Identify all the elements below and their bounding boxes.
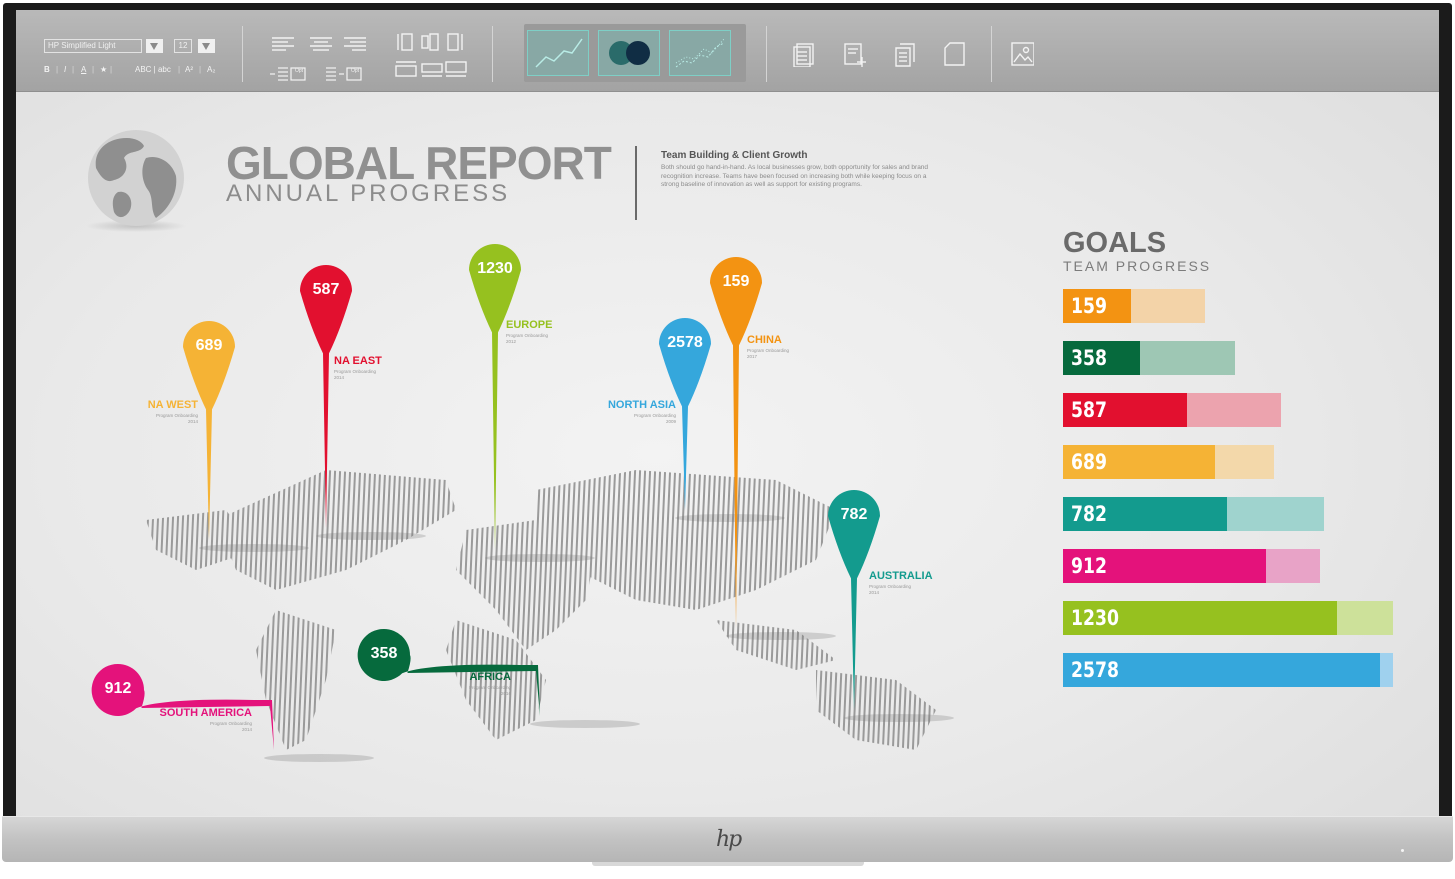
pin-year: 2017: [747, 354, 758, 359]
goal-bar-label: 689: [1071, 450, 1107, 474]
pin-na-east: [300, 265, 426, 540]
pin-value: 159: [722, 273, 750, 290]
goal-bar-label: 912: [1071, 554, 1107, 578]
goal-bar-label: 159: [1071, 294, 1107, 318]
goals-subtitle: TEAM PROGRESS: [1063, 258, 1212, 274]
pin-label: NA WEST: [147, 399, 198, 411]
hp-logo: hp: [716, 827, 742, 852]
goal-bar-label: 782: [1071, 502, 1107, 526]
monitor: HP Simplified Light 12 B | I | A | ★ | A…: [0, 0, 1455, 879]
pin-year: 2016: [500, 691, 511, 696]
pin-value: 912: [104, 680, 132, 697]
goal-bar-row: 912: [1063, 549, 1393, 583]
pin-europe: [469, 244, 595, 562]
pin-year: 2014: [241, 727, 252, 732]
goal-bar-row: 358: [1063, 341, 1393, 375]
pin-label: AUSTRALIA: [869, 570, 933, 582]
pin-value: 587: [312, 281, 340, 298]
pin-label: NA EAST: [334, 355, 382, 367]
goal-bar-row: 782: [1063, 497, 1393, 531]
pin-value: 358: [370, 645, 398, 662]
goal-bar-row: 689: [1063, 445, 1393, 479]
pin-label: AFRICA: [469, 671, 511, 683]
pin-australia: [828, 490, 954, 722]
pin-label: SOUTH AMERICA: [159, 707, 252, 719]
pin-year: 2009: [665, 419, 676, 424]
pin-year: 2014: [187, 419, 198, 424]
power-indicator: [1401, 849, 1404, 852]
goal-bar-row: 2578: [1063, 653, 1393, 687]
pin-year: 2014: [334, 375, 345, 380]
goal-bar-label: 1230: [1071, 606, 1119, 630]
monitor-stand: [592, 862, 864, 866]
screen: HP Simplified Light 12 B | I | A | ★ | A…: [16, 10, 1439, 816]
pin-label: NORTH ASIA: [607, 399, 676, 411]
goal-bar-label: 587: [1071, 398, 1107, 422]
goal-bar-label: 2578: [1071, 658, 1119, 682]
pin-value: 1230: [477, 260, 513, 277]
pin-value: 2578: [667, 334, 703, 351]
pin-china: [710, 257, 836, 640]
pin-na-west: [183, 321, 309, 552]
goal-bar-row: 159: [1063, 289, 1393, 323]
pin-value: 689: [195, 337, 223, 354]
goals-title: GOALS: [1063, 227, 1167, 259]
pin-year: 2014: [869, 590, 880, 595]
pin-label: CHINA: [747, 334, 782, 346]
pin-value: 782: [840, 506, 868, 523]
goal-bar-label: 358: [1071, 346, 1107, 370]
goal-bar-row: 587: [1063, 393, 1393, 427]
pin-year: 2012: [506, 339, 517, 344]
goal-bar-row: 1230: [1063, 601, 1393, 635]
pin-label: EUROPE: [506, 319, 553, 331]
